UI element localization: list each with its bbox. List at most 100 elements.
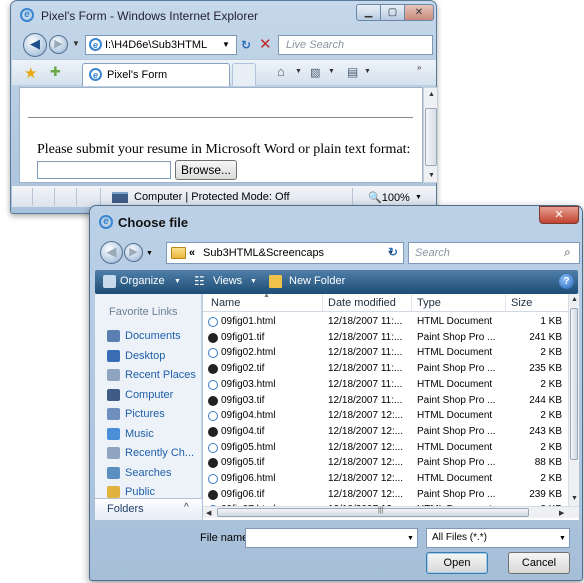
recent-pages-dropdown-icon[interactable]: ▼ xyxy=(72,39,80,48)
column-date-modified[interactable]: Date modified xyxy=(328,297,396,309)
file-row[interactable]: 09fig03.html 12/18/2007 11:... HTML Docume… xyxy=(203,378,569,392)
dialog-close-button[interactable]: ✕ xyxy=(539,206,579,224)
file-list-header: Name ▲ Date modified Type Size xyxy=(203,294,569,312)
organize-button[interactable]: Organize xyxy=(120,275,165,287)
list-vertical-thumb[interactable] xyxy=(570,308,578,460)
file-row[interactable]: 09fig05.tif 12/18/2007 12:... Paint Shop P… xyxy=(203,456,569,470)
page-scroll-thumb[interactable] xyxy=(425,108,437,166)
column-divider[interactable] xyxy=(322,294,323,311)
column-divider[interactable] xyxy=(411,294,412,311)
address-dropdown-icon[interactable]: ▼ xyxy=(222,40,230,49)
favorite-link-item[interactable]: Computer xyxy=(107,387,203,405)
views-button[interactable]: Views xyxy=(213,275,242,287)
address-bar[interactable]: e I:\H4D6e\Sub3HTML ▼ xyxy=(85,35,237,55)
add-to-favorites-icon[interactable]: ✚ xyxy=(50,64,61,80)
minimize-button[interactable]: ▁ xyxy=(356,4,381,21)
address-input[interactable]: I:\H4D6e\Sub3HTML xyxy=(105,39,215,51)
scroll-up-icon[interactable]: ▲ xyxy=(428,91,435,98)
file-type-cell: HTML Document xyxy=(417,316,493,327)
open-button[interactable]: Open xyxy=(426,552,488,574)
file-row[interactable]: 09fig05.html 12/18/2007 12:... HTML Docume… xyxy=(203,441,569,455)
favorite-link-item[interactable]: Searches xyxy=(107,465,203,483)
cancel-button[interactable]: Cancel xyxy=(508,552,570,574)
file-row[interactable]: 09fig02.tif 12/18/2007 11:... Paint Shop P… xyxy=(203,362,569,376)
ie-titlebar[interactable]: e Pixel's Form - Windows Internet Explor… xyxy=(11,1,436,29)
file-name-dropdown-icon[interactable]: ▼ xyxy=(407,535,414,542)
file-list-horizontal-scrollbar[interactable]: ◀ ||| ▶ xyxy=(203,506,579,518)
back-button[interactable]: ◀ xyxy=(23,33,47,57)
help-icon[interactable]: ? xyxy=(559,274,574,289)
sort-indicator-icon: ▲ xyxy=(263,294,270,299)
live-search-box[interactable]: Live Search xyxy=(278,35,433,55)
stop-icon[interactable]: ✕ xyxy=(259,35,272,53)
list-scroll-right-icon[interactable]: ▶ xyxy=(559,509,564,517)
refresh-icon[interactable]: ↻ xyxy=(241,38,251,52)
home-dropdown-icon[interactable]: ▼ xyxy=(295,68,302,75)
file-row[interactable]: 09fig04.html 12/18/2007 12:... HTML Docume… xyxy=(203,409,569,423)
home-icon[interactable]: ⌂ xyxy=(277,64,285,79)
list-horizontal-thumb[interactable]: ||| xyxy=(217,507,529,517)
scroll-down-icon[interactable]: ▼ xyxy=(428,172,435,179)
folder-path-bar[interactable]: « Sub3HTML&Screencaps ▼ xyxy=(166,242,404,264)
file-list-vertical-scrollbar[interactable]: ▲ ▼ xyxy=(568,294,579,506)
views-dropdown-icon[interactable]: ▼ xyxy=(250,278,257,285)
favorite-link-item[interactable]: Recently Ch... xyxy=(107,445,203,463)
file-type-cell: HTML Document xyxy=(417,473,493,484)
column-divider[interactable] xyxy=(505,294,506,311)
favorites-star-icon[interactable]: ★ xyxy=(24,64,37,82)
search-icon[interactable]: ⌕ xyxy=(564,245,571,260)
folders-expand-icon[interactable]: ^ xyxy=(184,502,189,513)
tab-pixels-form[interactable]: e Pixel's Form xyxy=(82,63,230,86)
browse-button[interactable]: Browse... xyxy=(175,160,237,180)
list-scroll-left-icon[interactable]: ◀ xyxy=(206,509,211,517)
column-name[interactable]: Name xyxy=(211,297,240,309)
favorite-link-item[interactable]: Desktop xyxy=(107,348,203,366)
zoom-level[interactable]: 🔍100% xyxy=(368,191,410,204)
favorite-link-item[interactable]: Documents xyxy=(107,328,203,346)
file-row[interactable]: 09fig04.tif 12/18/2007 12:... Paint Shop P… xyxy=(203,425,569,439)
html-file-icon xyxy=(208,379,218,390)
forward-button[interactable]: ▶ xyxy=(49,35,68,54)
column-size[interactable]: Size xyxy=(511,297,532,309)
zoom-dropdown-icon[interactable]: ▼ xyxy=(415,194,422,201)
dialog-back-button[interactable]: ◀ xyxy=(100,241,123,264)
list-scroll-down-icon[interactable]: ▼ xyxy=(571,495,578,502)
feeds-icon[interactable]: ▧ xyxy=(310,66,320,79)
file-row[interactable]: 09fig06.tif 12/18/2007 12:... Paint Shop P… xyxy=(203,488,569,502)
favorite-link-item[interactable]: Pictures xyxy=(107,406,203,424)
print-icon[interactable]: ▤ xyxy=(347,65,358,79)
resume-file-input[interactable] xyxy=(37,161,171,179)
print-dropdown-icon[interactable]: ▼ xyxy=(364,68,371,75)
file-size-cell: 2 KB xyxy=(540,441,562,453)
maximize-button[interactable]: ▢ xyxy=(380,4,405,21)
new-tab-button[interactable] xyxy=(232,63,256,86)
dialog-history-dropdown-icon[interactable]: ▼ xyxy=(146,250,153,257)
file-type-cell: HTML Document xyxy=(417,347,493,359)
path-chevron-icon[interactable]: « xyxy=(189,247,195,259)
dialog-refresh-icon[interactable]: ↻ xyxy=(388,245,398,259)
file-row[interactable]: 09fig06.html 12/18/2007 12:... HTML Docume… xyxy=(203,472,569,486)
file-row[interactable]: 09fig01.html 12/18/2007 11:... HTML Docume… xyxy=(203,315,569,329)
file-row[interactable]: 09fig03.tif 12/18/2007 11:... Paint Shop P… xyxy=(203,394,569,408)
favorite-link-item[interactable]: Recent Places xyxy=(107,367,203,385)
file-row[interactable]: 09fig02.html 12/18/2007 11:... HTML Docume… xyxy=(203,346,569,360)
current-folder[interactable]: Sub3HTML&Screencaps xyxy=(203,247,324,259)
file-size-cell: 88 KB xyxy=(534,457,562,469)
close-button[interactable]: ✕ xyxy=(404,4,434,21)
folders-bar[interactable]: Folders ^ xyxy=(95,498,202,520)
file-name-input[interactable] xyxy=(245,528,418,548)
column-type[interactable]: Type xyxy=(417,297,441,309)
file-size-cell: 241 KB xyxy=(529,331,562,343)
new-folder-button[interactable]: New Folder xyxy=(289,275,345,287)
page-scrollbar[interactable]: ▲ ▼ xyxy=(423,87,438,183)
favorite-link-item[interactable]: Music xyxy=(107,426,203,444)
file-row[interactable]: 09fig01.tif 12/18/2007 11:... Paint Shop P… xyxy=(203,331,569,345)
dialog-search-box[interactable]: Search ⌕ xyxy=(408,242,580,264)
feeds-dropdown-icon[interactable]: ▼ xyxy=(328,68,335,75)
dialog-forward-button[interactable]: ▶ xyxy=(124,243,143,262)
more-tools-chevron-icon[interactable]: » xyxy=(417,63,421,72)
organize-dropdown-icon[interactable]: ▼ xyxy=(174,278,181,285)
file-type-select[interactable]: All Files (*.*) xyxy=(426,528,570,548)
list-scroll-up-icon[interactable]: ▲ xyxy=(571,296,578,303)
file-type-dropdown-icon[interactable]: ▼ xyxy=(559,535,566,542)
